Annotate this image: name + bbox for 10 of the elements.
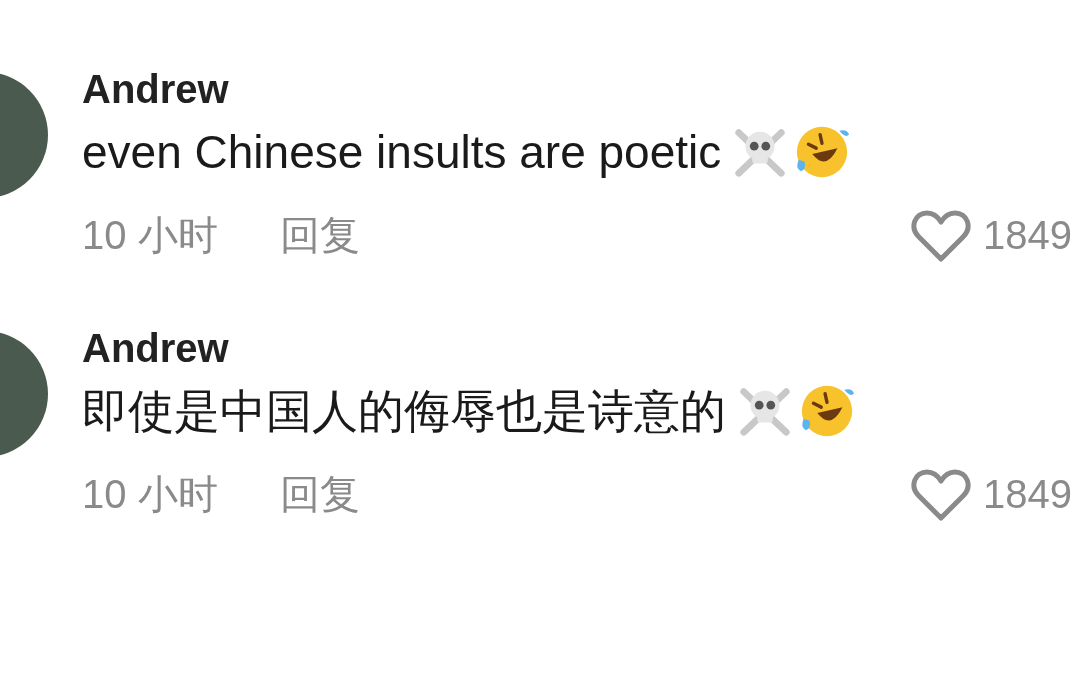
like-count: 1849	[983, 213, 1072, 258]
comment-text: even Chinese insults are poetic	[82, 125, 722, 180]
heart-icon[interactable]	[911, 208, 971, 263]
like-count: 1849	[983, 472, 1072, 517]
comment-author[interactable]: Andrew	[82, 68, 1082, 110]
comment-time: 10 小时	[82, 471, 218, 518]
heart-icon[interactable]	[911, 467, 971, 522]
comment-text: 即使是中国人的侮辱也是诗意的	[82, 384, 726, 439]
comment-author[interactable]: Andrew	[82, 327, 1082, 369]
comment-time: 10 小时	[82, 212, 218, 259]
